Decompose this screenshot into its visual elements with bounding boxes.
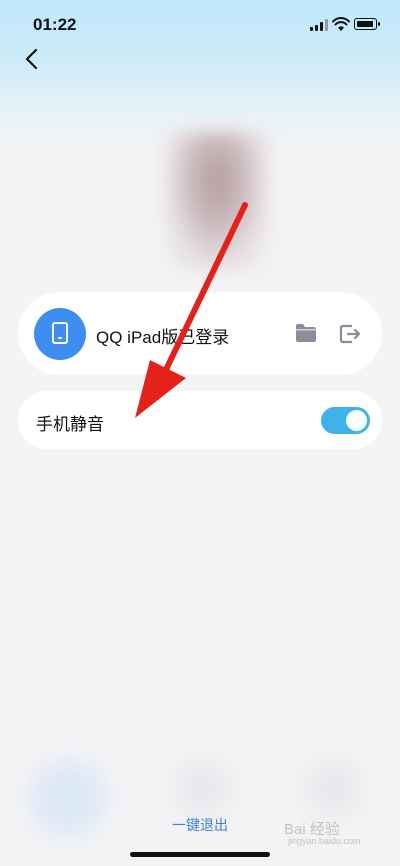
logout-icon[interactable] <box>339 323 361 345</box>
blurred-bottom-icon <box>305 760 361 816</box>
blurred-bottom-icon <box>175 760 231 816</box>
mute-setting-row: 手机静音 <box>18 391 382 449</box>
avatar <box>165 132 269 272</box>
status-bar: 01:22 <box>0 0 400 50</box>
home-indicator <box>130 852 270 857</box>
cellular-signal-icon <box>310 19 330 31</box>
watermark-url: jingyan.baidu.com <box>288 836 361 846</box>
device-login-label: QQ iPad版已登录 <box>96 328 230 347</box>
exit-all-button[interactable]: 一键退出 <box>0 815 400 835</box>
wifi-icon <box>332 17 350 31</box>
device-login-card: QQ iPad版已登录 <box>18 292 382 375</box>
back-chevron-icon[interactable] <box>20 46 46 72</box>
status-time: 01:22 <box>33 15 77 34</box>
mute-label: 手机静音 <box>36 415 104 434</box>
tablet-icon <box>34 308 86 360</box>
toggle-knob <box>346 410 367 431</box>
mute-toggle[interactable] <box>321 407 370 434</box>
folder-icon[interactable] <box>295 323 317 343</box>
battery-icon <box>354 18 380 30</box>
